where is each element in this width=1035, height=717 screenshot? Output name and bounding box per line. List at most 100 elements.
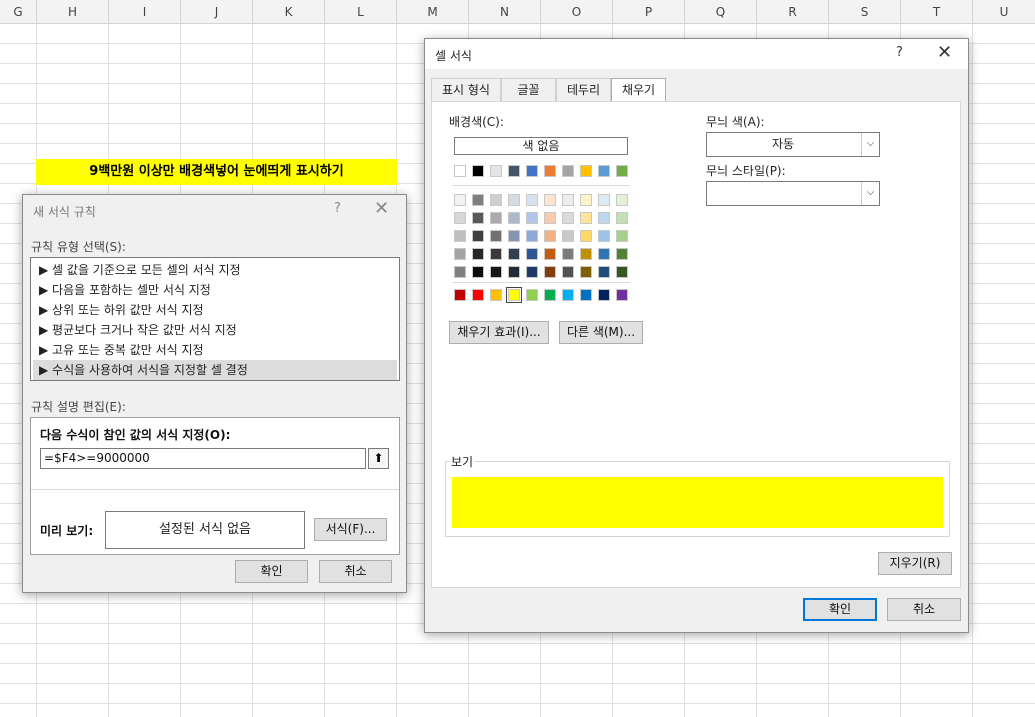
- list-item[interactable]: ▶ 다음을 포함하는 셀만 서식 지정: [33, 280, 397, 300]
- color-swatch[interactable]: [472, 266, 484, 278]
- column-header[interactable]: S: [829, 0, 901, 24]
- color-swatch[interactable]: [472, 289, 484, 301]
- column-header[interactable]: N: [469, 0, 541, 24]
- color-swatch[interactable]: [526, 289, 538, 301]
- more-colors-button[interactable]: 다른 색(M)...: [559, 321, 643, 344]
- color-swatch[interactable]: [508, 194, 520, 206]
- color-swatch[interactable]: [616, 289, 628, 301]
- color-swatch[interactable]: [472, 212, 484, 224]
- color-swatch[interactable]: [616, 230, 628, 242]
- column-header[interactable]: M: [397, 0, 469, 24]
- fill-effects-button[interactable]: 채우기 효과(I)...: [449, 321, 549, 344]
- column-header[interactable]: H: [37, 0, 109, 24]
- close-icon[interactable]: ✕: [937, 42, 952, 64]
- clear-button[interactable]: 지우기(R): [878, 552, 952, 575]
- color-swatch[interactable]: [472, 194, 484, 206]
- chevron-down-icon[interactable]: ⌵: [861, 182, 879, 205]
- color-swatch[interactable]: [616, 194, 628, 206]
- color-swatch[interactable]: [544, 212, 556, 224]
- tab-border[interactable]: 테두리: [556, 78, 611, 102]
- color-swatch[interactable]: [544, 230, 556, 242]
- tab-fill[interactable]: 채우기: [611, 78, 666, 103]
- color-swatch[interactable]: [454, 248, 466, 260]
- color-swatch[interactable]: [526, 266, 538, 278]
- color-swatch[interactable]: [526, 165, 538, 177]
- color-swatch[interactable]: [472, 248, 484, 260]
- color-swatch[interactable]: [508, 212, 520, 224]
- chevron-down-icon[interactable]: ⌵: [861, 133, 879, 156]
- tab-font[interactable]: 글꼴: [501, 78, 556, 102]
- color-swatch[interactable]: [526, 230, 538, 242]
- color-swatch[interactable]: [616, 165, 628, 177]
- color-swatch[interactable]: [454, 165, 466, 177]
- color-swatch[interactable]: [616, 266, 628, 278]
- list-item-selected[interactable]: ▶ 수식을 사용하여 서식을 지정할 셀 결정: [33, 360, 397, 380]
- color-swatch[interactable]: [454, 194, 466, 206]
- color-swatch[interactable]: [562, 266, 574, 278]
- color-swatch[interactable]: [490, 248, 502, 260]
- color-swatch[interactable]: [562, 165, 574, 177]
- color-swatch[interactable]: [544, 248, 556, 260]
- highlighted-title-cell[interactable]: 9백만원 이상만 배경색넣어 눈에띄게 표시하기: [36, 159, 397, 185]
- color-swatch[interactable]: [616, 212, 628, 224]
- color-swatch[interactable]: [598, 266, 610, 278]
- cancel-button[interactable]: 취소: [319, 560, 392, 583]
- color-swatch[interactable]: [562, 212, 574, 224]
- color-swatch[interactable]: [580, 230, 592, 242]
- color-swatch[interactable]: [598, 165, 610, 177]
- color-swatch[interactable]: [544, 165, 556, 177]
- color-swatch[interactable]: [472, 165, 484, 177]
- list-item[interactable]: ▶ 셀 값을 기준으로 모든 셀의 서식 지정: [33, 260, 397, 280]
- color-swatch[interactable]: [454, 289, 466, 301]
- column-header[interactable]: Q: [685, 0, 757, 24]
- color-swatch[interactable]: [562, 289, 574, 301]
- format-button[interactable]: 서식(F)...: [314, 518, 387, 541]
- color-swatch[interactable]: [598, 230, 610, 242]
- pattern-color-select[interactable]: 자동 ⌵: [706, 132, 880, 157]
- color-swatch[interactable]: [562, 230, 574, 242]
- column-header[interactable]: P: [613, 0, 685, 24]
- color-swatch[interactable]: [580, 289, 592, 301]
- list-item[interactable]: ▶ 평균보다 크거나 작은 값만 서식 지정: [33, 320, 397, 340]
- help-icon[interactable]: ?: [896, 45, 903, 60]
- formula-input[interactable]: =$F4>=9000000: [40, 448, 366, 469]
- column-header[interactable]: T: [901, 0, 973, 24]
- column-header[interactable]: I: [109, 0, 181, 24]
- color-swatch[interactable]: [580, 248, 592, 260]
- close-icon[interactable]: ✕: [374, 198, 389, 220]
- color-swatch[interactable]: [580, 194, 592, 206]
- column-header[interactable]: O: [541, 0, 613, 24]
- list-item[interactable]: ▶ 고유 또는 중복 값만 서식 지정: [33, 340, 397, 360]
- color-swatch[interactable]: [490, 212, 502, 224]
- color-swatch[interactable]: [508, 248, 520, 260]
- color-swatch[interactable]: [472, 230, 484, 242]
- color-swatch[interactable]: [454, 230, 466, 242]
- column-header[interactable]: R: [757, 0, 829, 24]
- help-icon[interactable]: ?: [334, 201, 341, 216]
- color-swatch[interactable]: [544, 289, 556, 301]
- color-swatch[interactable]: [580, 165, 592, 177]
- column-header[interactable]: K: [253, 0, 325, 24]
- color-swatch[interactable]: [544, 194, 556, 206]
- color-swatch[interactable]: [490, 194, 502, 206]
- color-swatch[interactable]: [490, 165, 502, 177]
- column-header[interactable]: J: [181, 0, 253, 24]
- color-swatch[interactable]: [454, 266, 466, 278]
- column-header[interactable]: L: [325, 0, 397, 24]
- column-header[interactable]: G: [0, 0, 37, 24]
- dialog-title-bar[interactable]: 새 서식 규칙 ? ✕: [23, 195, 406, 225]
- rule-type-list[interactable]: ▶ 셀 값을 기준으로 모든 셀의 서식 지정 ▶ 다음을 포함하는 셀만 서식…: [30, 257, 400, 381]
- color-swatch[interactable]: [490, 266, 502, 278]
- color-swatch[interactable]: [454, 212, 466, 224]
- color-swatch[interactable]: [490, 289, 502, 301]
- color-swatch[interactable]: [526, 212, 538, 224]
- dialog-title-bar[interactable]: 셀 서식 ? ✕: [425, 39, 968, 69]
- color-swatch[interactable]: [544, 266, 556, 278]
- color-swatch[interactable]: [580, 266, 592, 278]
- color-swatch[interactable]: [562, 194, 574, 206]
- color-swatch[interactable]: [598, 194, 610, 206]
- color-swatch[interactable]: [508, 266, 520, 278]
- no-color-button[interactable]: 색 없음: [454, 137, 628, 155]
- ok-button[interactable]: 확인: [235, 560, 308, 583]
- color-swatch[interactable]: [598, 289, 610, 301]
